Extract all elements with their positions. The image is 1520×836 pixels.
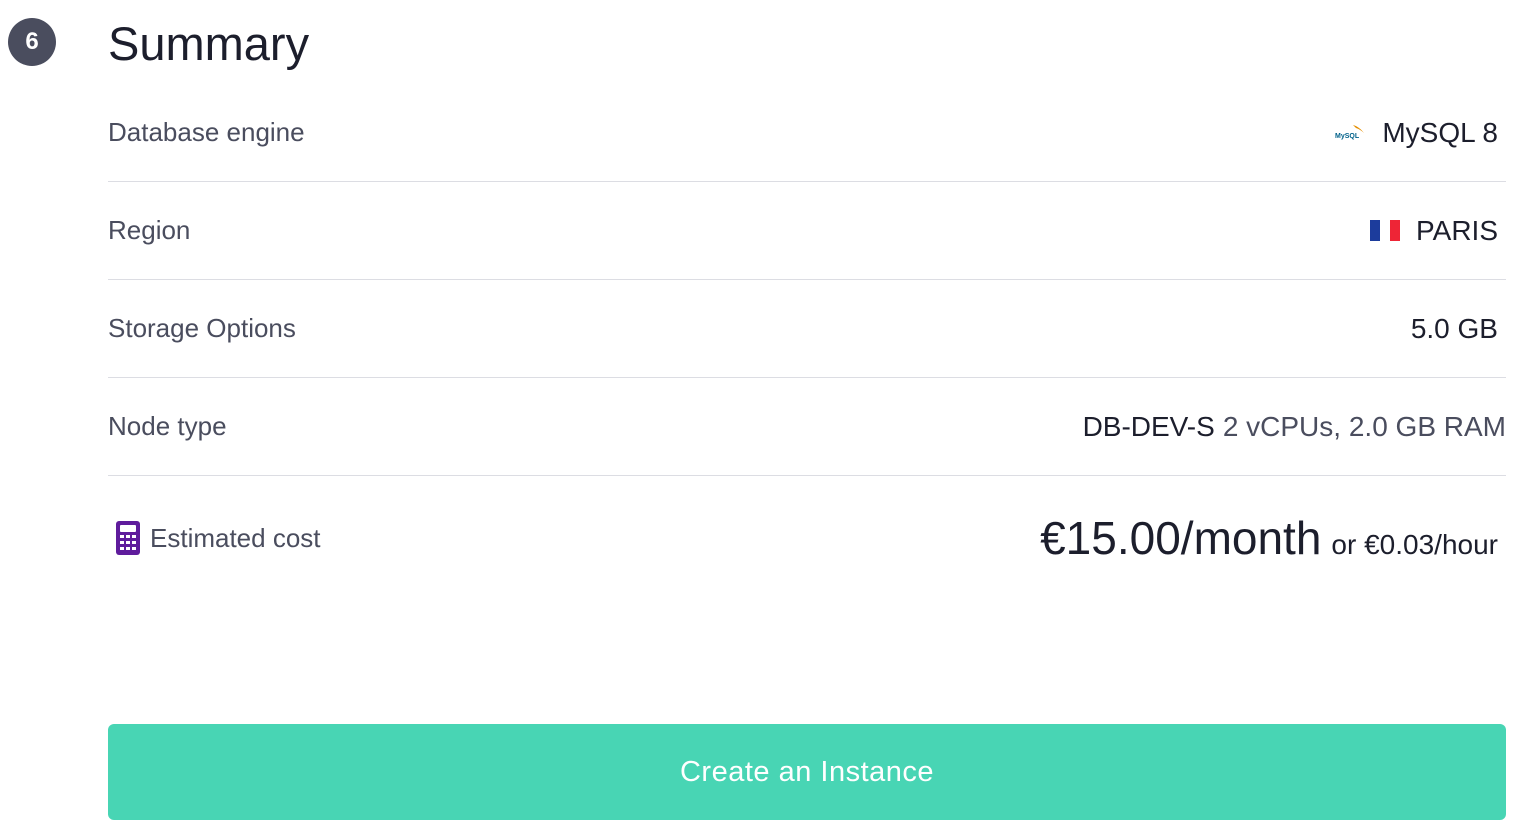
node-type-label: Node type (108, 411, 227, 441)
estimated-cost-label-group: Estimated cost (108, 521, 321, 555)
database-engine-value: MySQL 8 (1382, 116, 1498, 148)
estimated-cost-hourly: or €0.03/hour (1331, 529, 1498, 560)
database-engine-value-group: MySQL MySQL 8 (1334, 117, 1506, 149)
step-number: 6 (25, 28, 39, 55)
create-instance-button[interactable]: Create an Instance (108, 724, 1506, 820)
node-type-value-group: DB-DEV-S 2 vCPUs, 2.0 GB RAM (1083, 411, 1506, 443)
section-title: Summary (108, 17, 310, 70)
summary-list: Database engine MySQL MySQL 8 Region PAR… (108, 84, 1506, 600)
france-flag-icon (1370, 220, 1401, 241)
node-type-specs: 2 vCPUs, 2.0 GB RAM (1222, 410, 1506, 442)
summary-row-storage: Storage Options 5.0 GB (108, 280, 1506, 378)
mysql-logo-icon: MySQL (1335, 124, 1365, 140)
mysql-logo-text: MySQL (1335, 133, 1360, 140)
node-type-code: DB-DEV-S (1082, 410, 1215, 442)
step-number-badge: 6 (8, 18, 56, 66)
summary-row-region: Region PARIS (108, 182, 1506, 280)
summary-row-node-type: Node type DB-DEV-S 2 vCPUs, 2.0 GB RAM (108, 378, 1506, 476)
region-label: Region (108, 215, 191, 245)
estimated-cost-label: Estimated cost (150, 522, 321, 553)
storage-label: Storage Options (108, 313, 296, 343)
estimated-cost-monthly: €15.00/month (1040, 512, 1322, 564)
summary-row-database-engine: Database engine MySQL MySQL 8 (108, 84, 1506, 182)
estimated-cost-value-group: €15.00/month or €0.03/hour (1040, 511, 1506, 565)
region-value: PARIS (1416, 214, 1498, 246)
calculator-icon (116, 521, 140, 555)
region-value-group: PARIS (1370, 215, 1506, 247)
database-engine-label: Database engine (108, 117, 305, 147)
storage-value: 5.0 GB (1410, 312, 1498, 344)
summary-row-estimated-cost: Estimated cost €15.00/month or €0.03/hou… (108, 476, 1506, 600)
